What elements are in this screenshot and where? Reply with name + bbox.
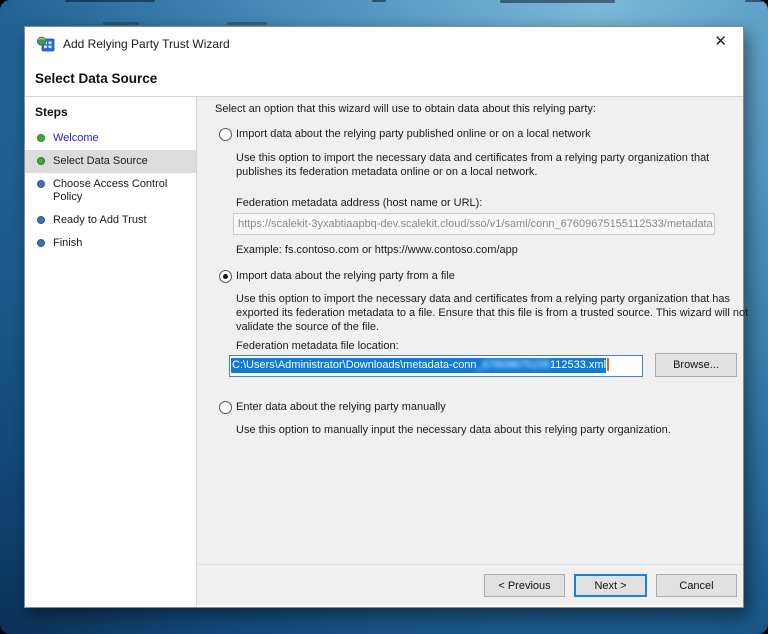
wizard-icon xyxy=(37,36,55,52)
federation-metadata-address-label: Federation metadata address (host name o… xyxy=(236,196,482,210)
step-label: Ready to Add Trust xyxy=(53,214,175,227)
page-header: Select Data Source xyxy=(25,60,743,97)
radio-import-file[interactable] xyxy=(219,270,232,283)
wizard-dialog: Add Relying Party Trust Wizard ✕ Select … xyxy=(24,26,744,608)
option-manual-description: Use this option to manually input the ne… xyxy=(236,423,756,437)
step-label: Choose Access Control Policy xyxy=(53,178,175,204)
federation-metadata-file-label: Federation metadata file location: xyxy=(236,339,399,353)
radio-import-online-label[interactable]: Import data about the relying party publ… xyxy=(236,127,591,141)
step-item-finish: Finish xyxy=(25,232,196,255)
desktop-background: Add Relying Party Trust Wizard ✕ Select … xyxy=(0,0,768,634)
background-window-artifact xyxy=(500,0,615,3)
file-path-prefix: C:\Users\Administrator\Downloads\metadat… xyxy=(232,359,477,371)
background-window-artifact xyxy=(745,0,763,2)
step-item-welcome: Welcome xyxy=(25,127,196,150)
step-item-ready-to-add-trust: Ready to Add Trust xyxy=(25,209,196,232)
wizard-button-bar: < Previous Next > Cancel xyxy=(197,564,743,605)
step-label: Finish xyxy=(53,237,175,250)
step-bullet-icon xyxy=(37,157,45,165)
step-bullet-icon xyxy=(37,239,45,247)
step-item-choose-access-control-policy: Choose Access Control Policy xyxy=(25,173,196,209)
cancel-button[interactable]: Cancel xyxy=(656,574,737,597)
intro-text: Select an option that this wizard will u… xyxy=(215,102,596,116)
background-window-artifact xyxy=(103,22,139,25)
close-icon[interactable]: ✕ xyxy=(714,33,727,51)
option-online-description: Use this option to import the necessary … xyxy=(236,151,756,179)
step-bullet-icon xyxy=(37,134,45,142)
wizard-content-pane: Select an option that this wizard will u… xyxy=(197,97,743,605)
step-item-select-data-source: Select Data Source xyxy=(25,150,196,173)
radio-enter-manually[interactable] xyxy=(219,401,232,414)
radio-enter-manually-label[interactable]: Enter data about the relying party manua… xyxy=(236,400,446,414)
file-path-redacted: _67609675155 xyxy=(477,359,550,371)
background-window-artifact xyxy=(372,0,386,2)
steps-header: Steps xyxy=(25,103,196,127)
step-bullet-icon xyxy=(37,180,45,188)
background-window-artifact xyxy=(65,0,155,2)
page-title: Select Data Source xyxy=(35,71,157,86)
federation-metadata-file-input[interactable]: C:\Users\Administrator\Downloads\metadat… xyxy=(229,355,643,377)
address-example-text: Example: fs.contoso.com or https://www.c… xyxy=(236,243,518,257)
step-label: Welcome xyxy=(53,132,175,145)
federation-metadata-address-value: https://scalekit-3yxabtiaapbq-dev.scalek… xyxy=(238,218,713,230)
next-button[interactable]: Next > xyxy=(574,574,647,597)
radio-import-online[interactable] xyxy=(219,128,232,141)
previous-button[interactable]: < Previous xyxy=(484,574,565,597)
text-caret xyxy=(607,358,609,371)
browse-button[interactable]: Browse... xyxy=(655,353,737,377)
background-window-artifact xyxy=(227,22,267,25)
option-file-description: Use this option to import the necessary … xyxy=(236,292,752,334)
radio-import-file-label[interactable]: Import data about the relying party from… xyxy=(236,269,455,283)
steps-sidebar: Steps Welcome Select Data Source Choose … xyxy=(25,97,197,605)
step-label: Select Data Source xyxy=(53,155,175,168)
federation-metadata-address-input[interactable]: https://scalekit-3yxabtiaapbq-dev.scalek… xyxy=(233,213,715,235)
file-path-suffix: 112533.xml xyxy=(550,359,606,371)
title-bar[interactable]: Add Relying Party Trust Wizard ✕ xyxy=(25,27,743,60)
window-title: Add Relying Party Trust Wizard xyxy=(63,37,230,51)
step-bullet-icon xyxy=(37,216,45,224)
